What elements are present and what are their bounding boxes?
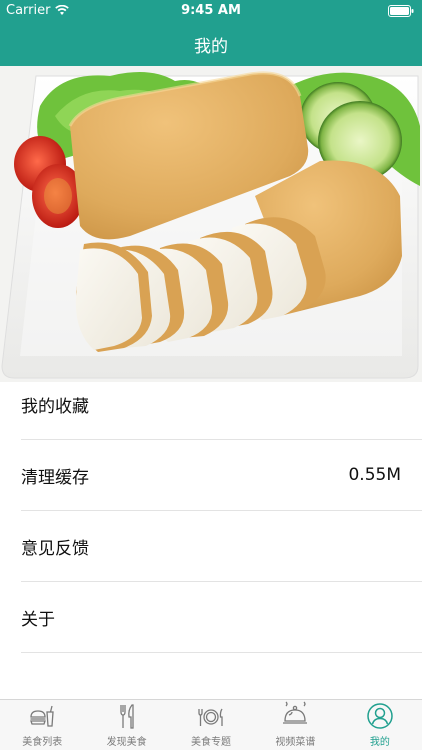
settings-list: 我的收藏 清理缓存 0.55M 意见反馈 关于 bbox=[0, 370, 422, 653]
tab-label: 视频菜谱 bbox=[275, 737, 316, 748]
status-time: 9:45 AM bbox=[181, 3, 241, 18]
battery-icon bbox=[388, 5, 414, 21]
fish-cake-illustration bbox=[0, 66, 422, 382]
tab-label: 我的 bbox=[369, 737, 390, 748]
tab-discover[interactable]: 发现美食 bbox=[84, 700, 168, 750]
settings-item-label: 我的收藏 bbox=[21, 397, 89, 417]
tab-topics[interactable]: 美食专题 bbox=[169, 700, 253, 750]
tab-food-list[interactable]: 美食列表 bbox=[0, 700, 84, 750]
settings-item-feedback[interactable]: 意见反馈 bbox=[21, 511, 422, 582]
settings-item-label: 关于 bbox=[21, 609, 55, 630]
hero-image bbox=[0, 66, 422, 382]
tab-label: 发现美食 bbox=[106, 737, 147, 748]
user-circle-icon bbox=[367, 703, 393, 729]
burger-drink-icon bbox=[30, 705, 54, 727]
tab-label: 美食列表 bbox=[22, 737, 63, 748]
fork-knife-icon bbox=[119, 704, 134, 729]
status-bar: Carrier 9:45 AM bbox=[0, 0, 422, 22]
page-title: 我的 bbox=[194, 36, 228, 57]
settings-item-label: 意见反馈 bbox=[21, 538, 89, 559]
tab-video-recipes[interactable]: 视频菜谱 bbox=[253, 700, 337, 750]
settings-item-about[interactable]: 关于 bbox=[21, 582, 422, 653]
tab-label: 美食专题 bbox=[191, 737, 232, 748]
tab-mine[interactable]: 我的 bbox=[338, 700, 422, 750]
navigation-bar: 我的 bbox=[0, 22, 422, 66]
cloche-icon bbox=[283, 701, 308, 724]
settings-item-clear-cache[interactable]: 清理缓存 0.55M bbox=[21, 440, 422, 511]
settings-item-favorites[interactable]: 我的收藏 bbox=[21, 370, 422, 440]
plate-cutlery-icon bbox=[198, 708, 223, 726]
settings-item-label: 清理缓存 bbox=[21, 467, 89, 488]
tab-bar: 美食列表 发现美食 美食专题 视频菜谱 我的 bbox=[0, 699, 422, 750]
cache-size-value: 0.55M bbox=[348, 465, 401, 485]
